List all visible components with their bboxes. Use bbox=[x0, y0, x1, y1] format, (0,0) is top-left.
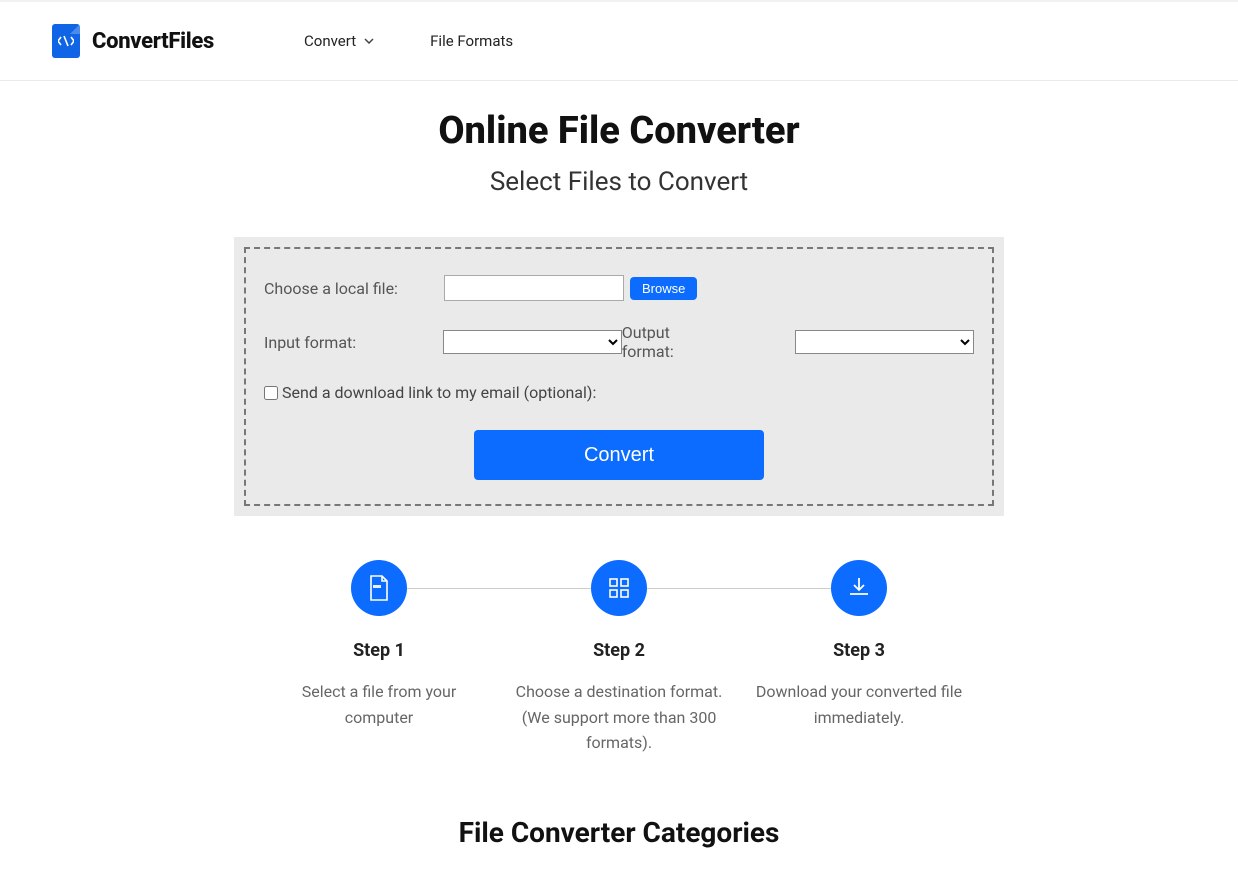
main-nav: Convert File Formats bbox=[304, 32, 513, 50]
step-3: Step 3 Download your converted file imme… bbox=[739, 560, 979, 730]
file-path-input[interactable] bbox=[444, 275, 624, 301]
row-formats: Input format: Output format: bbox=[264, 323, 974, 361]
page-subtitle: Select Files to Convert bbox=[109, 167, 1129, 197]
brand-name: ConvertFiles bbox=[92, 29, 214, 54]
browse-button[interactable]: Browse bbox=[630, 277, 697, 300]
step-title: Step 2 bbox=[499, 640, 739, 661]
nav-file-formats[interactable]: File Formats bbox=[430, 32, 513, 50]
step-desc: Download your converted file immediately… bbox=[739, 679, 979, 730]
logo[interactable]: ConvertFiles bbox=[52, 24, 214, 58]
choose-file-label: Choose a local file: bbox=[264, 279, 444, 298]
step-desc: Choose a destination format. (We support… bbox=[499, 679, 739, 756]
grid-icon bbox=[591, 560, 647, 616]
nav-file-formats-label: File Formats bbox=[430, 32, 513, 50]
convert-panel: Choose a local file: Browse Input format… bbox=[234, 237, 1004, 516]
convert-button[interactable]: Convert bbox=[474, 430, 764, 480]
main-content: Online File Converter Select Files to Co… bbox=[109, 81, 1129, 889]
page-title: Online File Converter bbox=[109, 109, 1129, 153]
download-icon bbox=[831, 560, 887, 616]
step-desc: Select a file from your computer bbox=[259, 679, 499, 730]
email-label: Send a download link to my email (option… bbox=[282, 383, 596, 402]
categories-title: File Converter Categories bbox=[109, 816, 1129, 849]
email-checkbox[interactable] bbox=[264, 386, 278, 400]
output-format-select[interactable] bbox=[795, 330, 974, 354]
file-icon bbox=[351, 560, 407, 616]
nav-convert-label: Convert bbox=[304, 32, 356, 50]
chevron-down-icon bbox=[364, 36, 374, 46]
row-choose-file: Choose a local file: Browse bbox=[264, 275, 974, 301]
steps-section: Step 1 Select a file from your computer … bbox=[259, 560, 979, 756]
step-2: Step 2 Choose a destination format. (We … bbox=[499, 560, 739, 756]
input-format-select[interactable] bbox=[443, 330, 622, 354]
nav-convert[interactable]: Convert bbox=[304, 32, 374, 50]
step-title: Step 3 bbox=[739, 640, 979, 661]
step-title: Step 1 bbox=[259, 640, 499, 661]
header: ConvertFiles Convert File Formats bbox=[0, 0, 1238, 81]
output-format-label: Output format: bbox=[622, 323, 725, 361]
file-logo-icon bbox=[52, 24, 80, 58]
convert-panel-inner: Choose a local file: Browse Input format… bbox=[244, 247, 994, 506]
input-format-label: Input format: bbox=[264, 333, 443, 352]
step-1: Step 1 Select a file from your computer bbox=[259, 560, 499, 730]
row-email: Send a download link to my email (option… bbox=[264, 383, 974, 402]
